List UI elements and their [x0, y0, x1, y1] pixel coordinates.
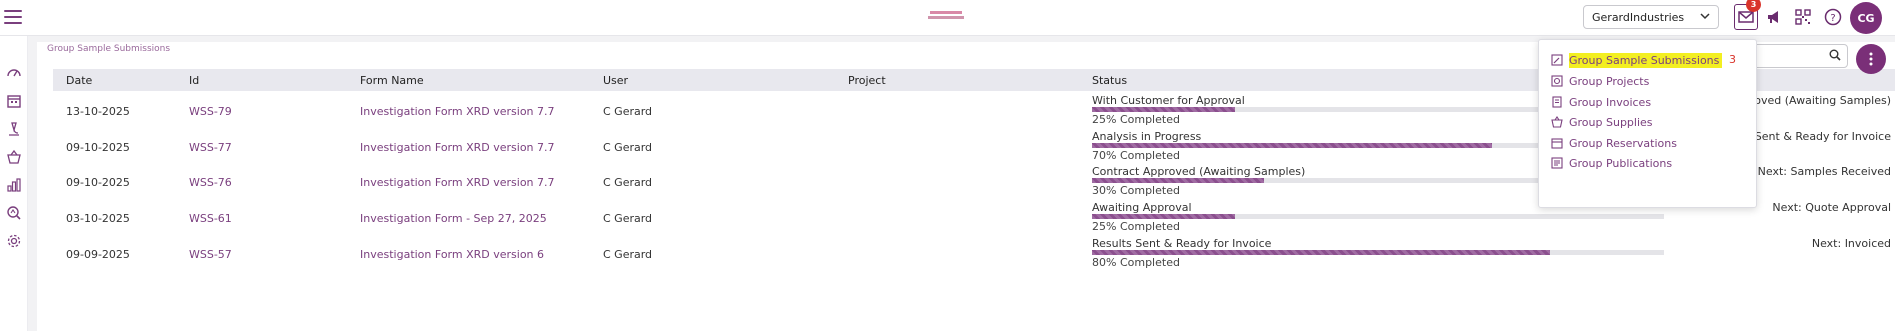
menu-item-group-projects[interactable]: Group Projects [1550, 71, 1750, 91]
mail-badge: 3 [1746, 0, 1761, 12]
menu-item-group-publications[interactable]: Group Publications [1550, 153, 1750, 173]
row-id-link[interactable]: WSS-77 [189, 141, 232, 154]
svg-text:?: ? [1830, 13, 1835, 24]
row-next-step: Next: Invoiced [1811, 237, 1891, 250]
row-percent-completed: 25% Completed [1092, 220, 1180, 233]
menu-item-label: Group Supplies [1569, 115, 1653, 129]
row-status: Results Sent & Ready for Invoice [1092, 237, 1272, 250]
row-form-name-link[interactable]: Investigation Form - Sep 27, 2025 [360, 212, 547, 225]
logo-mark [928, 11, 964, 19]
menu-item-group-reservations[interactable]: Group Reservations [1550, 133, 1750, 153]
megaphone-icon [1768, 11, 1778, 23]
menu-item-label: Group Reservations [1569, 136, 1677, 150]
table-row[interactable]: 09-09-2025 WSS-57 Investigation Form XRD… [53, 237, 1895, 272]
mail-icon [1738, 11, 1754, 23]
row-status: Awaiting Approval [1092, 201, 1192, 214]
progress-fill [1092, 214, 1235, 219]
edit-icon [1550, 54, 1563, 67]
row-percent-completed: 30% Completed [1092, 184, 1180, 197]
help-icon: ? [1824, 8, 1842, 26]
menu-item-label: Group Sample Submissions [1569, 52, 1723, 68]
row-id-link[interactable]: WSS-79 [189, 105, 232, 118]
row-user: C Gerard [603, 176, 653, 189]
page-title: Group Sample Submissions [47, 44, 171, 54]
column-header-status[interactable]: Status [1092, 74, 1127, 87]
row-user: C Gerard [603, 212, 653, 225]
progress-fill [1092, 250, 1550, 255]
row-percent-completed: 80% Completed [1092, 256, 1180, 269]
publications-icon [1550, 157, 1563, 170]
row-percent-completed: 25% Completed [1092, 113, 1180, 126]
chevron-down-icon [1700, 11, 1710, 24]
announcements-button[interactable] [1763, 6, 1785, 28]
menu-item-label: Group Publications [1569, 156, 1673, 170]
row-date: 03-10-2025 [66, 212, 130, 225]
row-form-name-link[interactable]: Investigation Form XRD version 7.7 [360, 176, 555, 189]
row-user: C Gerard [603, 141, 653, 154]
row-date: 09-09-2025 [66, 248, 130, 261]
menu-item-count-badge: 3 [1729, 53, 1736, 66]
more-options-button[interactable] [1856, 44, 1886, 74]
row-user: C Gerard [603, 105, 653, 118]
help-button[interactable]: ? [1822, 6, 1844, 28]
progress-fill [1092, 143, 1493, 148]
row-next-step: oved (Awaiting Samples) [1754, 94, 1891, 107]
dashboard-icon[interactable] [4, 63, 24, 83]
sidebar [0, 36, 28, 331]
row-date: 13-10-2025 [66, 105, 130, 118]
column-header-form-name[interactable]: Form Name [360, 74, 424, 87]
organization-select[interactable]: GerardIndustries [1583, 5, 1719, 29]
menu-item-group-supplies[interactable]: Group Supplies [1550, 112, 1750, 132]
menu-item-label: Group Invoices [1569, 95, 1652, 109]
menu-item-group-invoices[interactable]: Group Invoices [1550, 92, 1750, 112]
top-bar: GerardIndustries 3 ? CG [0, 0, 1895, 36]
row-id-link[interactable]: WSS-61 [189, 212, 232, 225]
qr-code-button[interactable] [1792, 6, 1814, 28]
row-form-name-link[interactable]: Investigation Form XRD version 7.7 [360, 105, 555, 118]
progress-fill [1092, 178, 1264, 183]
progress-bar [1092, 214, 1664, 219]
invoice-icon [1550, 96, 1563, 109]
menu-item-group-sample-submissions[interactable]: Group Sample Submissions [1550, 50, 1750, 70]
calendar-icon[interactable] [4, 91, 24, 111]
menu-icon[interactable] [4, 10, 22, 24]
column-header-project[interactable]: Project [848, 74, 886, 87]
organization-select-value: GerardIndustries [1592, 11, 1685, 24]
bar-chart-icon[interactable] [4, 175, 24, 195]
row-status: Contract Approved (Awaiting Samples) [1092, 165, 1306, 178]
progress-fill [1092, 107, 1235, 112]
qr-code-icon [1795, 9, 1811, 25]
projects-icon [1550, 75, 1563, 88]
row-next-step: Next: Quote Approval [1772, 201, 1891, 214]
row-date: 09-10-2025 [66, 141, 130, 154]
column-header-date[interactable]: Date [66, 74, 92, 87]
row-next-step: Next: Samples Received [1757, 165, 1891, 178]
row-id-link[interactable]: WSS-57 [189, 248, 232, 261]
menu-item-label: Group Projects [1569, 74, 1650, 88]
column-header-id[interactable]: Id [189, 74, 199, 87]
row-next-step: Sent & Ready for Invoice [1754, 130, 1891, 143]
progress-bar [1092, 250, 1664, 255]
reservations-icon [1550, 137, 1563, 150]
row-status: Analysis in Progress [1092, 130, 1202, 143]
row-form-name-link[interactable]: Investigation Form XRD version 7.7 [360, 141, 555, 154]
company-logo[interactable] [924, 9, 968, 23]
settings-icon[interactable] [4, 231, 24, 251]
analysis-icon[interactable] [4, 203, 24, 223]
kebab-icon [1869, 52, 1873, 66]
row-form-name-link[interactable]: Investigation Form XRD version 6 [360, 248, 544, 261]
column-header-user[interactable]: User [603, 74, 628, 87]
supplies-icon [1550, 116, 1563, 129]
mail-dropdown-menu: Group Sample Submissions 3 Group Project… [1538, 39, 1757, 208]
row-status: With Customer for Approval [1092, 94, 1245, 107]
row-id-link[interactable]: WSS-76 [189, 176, 232, 189]
microscope-icon[interactable] [4, 119, 24, 139]
row-user: C Gerard [603, 248, 653, 261]
avatar[interactable]: CG [1850, 2, 1882, 34]
row-date: 09-10-2025 [66, 176, 130, 189]
basket-icon[interactable] [4, 147, 24, 167]
search-icon[interactable] [1829, 49, 1841, 64]
row-percent-completed: 70% Completed [1092, 149, 1180, 162]
